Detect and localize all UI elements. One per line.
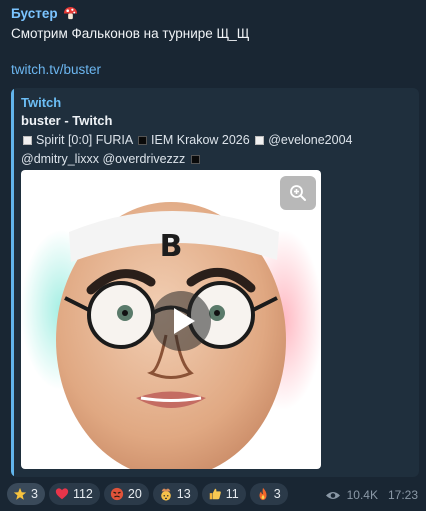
preview-description: Spirit [0:0] FURIA IEM Krakow 2026 @evel… — [21, 131, 413, 169]
reaction-heart[interactable]: 112 — [48, 483, 100, 505]
reaction-count: 20 — [127, 487, 142, 501]
reaction-count: 3 — [273, 487, 281, 501]
reaction-fire[interactable]: 3 — [249, 483, 288, 505]
reactions-bar: 3 112 20 13 11 3 — [7, 483, 288, 505]
preview-title: buster - Twitch — [21, 113, 113, 128]
view-count: 10.4K — [346, 488, 378, 502]
play-button[interactable] — [151, 291, 211, 351]
preview-accent-bar — [11, 88, 14, 477]
desc-part-1: Spirit [0:0] FURIA — [36, 133, 133, 147]
star-icon — [13, 487, 27, 500]
white-square-icon — [255, 136, 265, 145]
white-square-icon — [23, 136, 32, 145]
desc-part-2: IEM Krakow 2026 — [151, 133, 250, 147]
reaction-count: 11 — [225, 487, 239, 501]
exploding-head-icon — [160, 488, 171, 501]
reaction-count: 13 — [176, 487, 191, 501]
fire-icon — [259, 487, 267, 501]
reaction-star[interactable]: 3 — [7, 483, 45, 505]
message-meta: 10.4K 17:23 — [325, 488, 418, 502]
zoom-button[interactable] — [280, 176, 316, 210]
eye-icon — [325, 491, 340, 499]
desc-part-4[interactable]: @dmitry_lixxx @overdrivezzz — [21, 152, 185, 166]
reaction-angry[interactable]: 20 — [103, 483, 149, 505]
reaction-count: 3 — [31, 487, 38, 501]
message-bubble: Бустер Смотрим Фальконов на турнире Щ_Щ … — [0, 0, 426, 511]
play-icon — [174, 308, 195, 334]
desc-part-3[interactable]: @evelone2004 — [268, 133, 352, 147]
headband-letter: B — [160, 229, 183, 264]
reaction-thumbs-up[interactable]: 11 — [201, 483, 246, 505]
mushroom-icon — [63, 6, 77, 20]
message-link[interactable]: twitch.tv/buster — [11, 62, 101, 77]
reaction-count: 112 — [72, 487, 93, 501]
black-square-icon — [138, 136, 148, 145]
link-preview[interactable]: Twitch buster - Twitch Spirit [0:0] FURI… — [11, 88, 419, 477]
author-line[interactable]: Бустер — [11, 6, 78, 21]
reaction-exploding-head[interactable]: 13 — [152, 483, 198, 505]
preview-site-name: Twitch — [21, 95, 62, 110]
message-text: Смотрим Фальконов на турнире Щ_Щ — [11, 26, 250, 41]
heart-icon — [55, 488, 69, 500]
thumbs-up-icon — [209, 488, 221, 500]
black-square-icon — [190, 155, 200, 164]
message-time: 17:23 — [387, 488, 418, 502]
angry-face-icon — [110, 487, 124, 501]
zoom-in-icon — [290, 185, 306, 201]
author-name[interactable]: Бустер — [11, 6, 58, 21]
